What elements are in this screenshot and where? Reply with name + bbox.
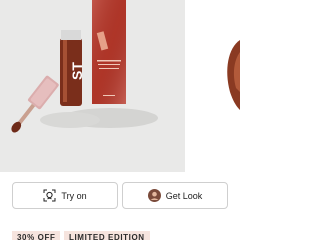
try-on-button[interactable]: Try on: [12, 182, 118, 209]
lip-gloss-photo: ST: [0, 0, 185, 172]
product-image[interactable]: ST: [0, 0, 185, 172]
svg-text:ST: ST: [69, 62, 85, 80]
get-look-label: Get Look: [165, 190, 203, 201]
discount-badge: 30% OFF: [12, 231, 61, 240]
get-look-button[interactable]: Get Look: [122, 182, 228, 209]
avatar-icon: [147, 189, 161, 202]
try-on-label: Try on: [61, 190, 87, 201]
gloss-swatch-image: [227, 40, 240, 110]
limited-edition-badge: LIMITED EDITION: [64, 231, 150, 240]
face-scan-icon: [43, 189, 56, 202]
next-product-image-preview[interactable]: [190, 0, 240, 172]
product-page: ST Try on Get Look 30% OFF LIMITED EDITI…: [0, 0, 240, 240]
